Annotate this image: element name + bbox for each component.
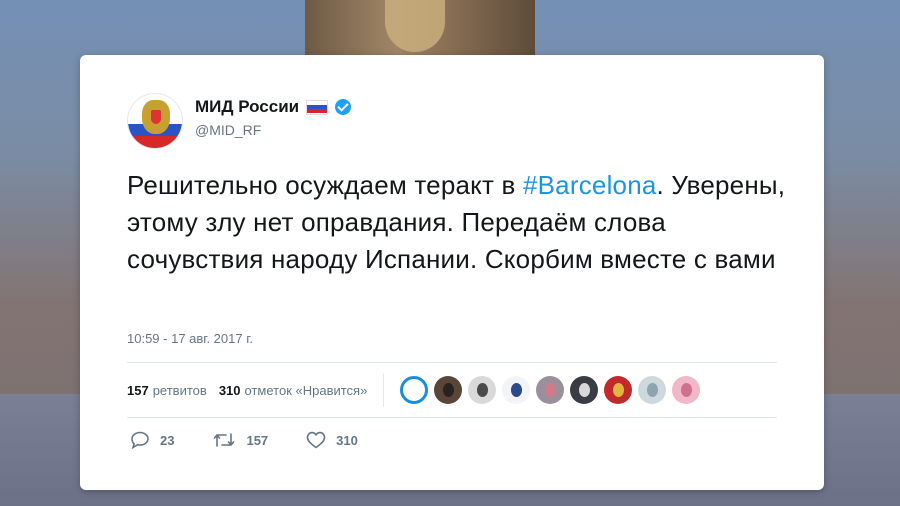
retweets-label: ретвитов (152, 382, 207, 398)
liker-avatar-9[interactable] (672, 376, 701, 404)
verified-badge-icon (335, 99, 352, 115)
retweets-stat[interactable]: 157 ретвитов (127, 383, 207, 398)
liker-avatar-3-detail (476, 383, 488, 397)
account-name-row[interactable]: МИД России (195, 96, 352, 118)
hashtag-link[interactable]: #Barcelona (523, 170, 657, 200)
account-handle[interactable]: @MID_RF (195, 122, 261, 138)
liker-avatar-7[interactable] (604, 376, 633, 404)
retweets-count: 157 (127, 382, 149, 398)
stats-separator (383, 373, 385, 407)
coat-of-arms-shield (151, 110, 161, 124)
tweet-text-before: Решительно осуждаем теракт в (127, 170, 523, 200)
flag-stripe-red (307, 109, 328, 114)
likes-label: отметок «Нравится» (244, 382, 368, 398)
tweet-timestamp[interactable]: 10:59 - 17 авг. 2017 г. (127, 331, 253, 346)
liker-avatar-4-detail (510, 383, 522, 397)
liker-avatar-4[interactable] (502, 376, 531, 404)
liker-avatar-1[interactable] (400, 376, 429, 404)
tweet-card: МИД России @MID_RF Решительно осуждаем т… (80, 55, 824, 490)
liker-avatar-9-detail (680, 383, 692, 397)
russia-flag-icon (306, 99, 329, 115)
reply-count: 23 (160, 432, 175, 448)
like-count: 310 (336, 432, 358, 448)
like-button[interactable]: 310 (306, 431, 358, 449)
tweet-text: Решительно осуждаем теракт в #Barcelona.… (127, 167, 787, 278)
liker-avatar-6[interactable] (570, 376, 599, 404)
likes-stat[interactable]: 310 отметок «Нравится» (219, 383, 368, 398)
liker-avatars (400, 376, 701, 404)
retweet-count: 157 (246, 432, 269, 448)
divider-top (127, 362, 777, 363)
liker-avatar-8-detail (646, 383, 658, 397)
liker-avatar-3[interactable] (468, 376, 497, 404)
account-name[interactable]: МИД России (195, 97, 299, 117)
liker-avatar-2[interactable] (434, 376, 463, 404)
liker-avatar-8[interactable] (638, 376, 667, 404)
tweet-stats: 157 ретвитов 310 отметок «Нравится» (127, 373, 701, 407)
liker-avatar-2-detail (442, 383, 454, 397)
reply-icon (131, 431, 149, 449)
retweet-button[interactable]: 157 (212, 431, 268, 449)
avatar[interactable] (127, 93, 183, 149)
liker-avatar-6-detail (578, 383, 590, 397)
tweet-actions: 23 157 310 (130, 431, 396, 449)
reply-button[interactable]: 23 (130, 431, 174, 449)
liker-avatar-7-detail (612, 383, 624, 397)
avatar-flag-red (128, 135, 182, 148)
divider-bottom (127, 417, 777, 418)
heart-icon (306, 431, 326, 449)
liker-avatar-5-detail (544, 383, 556, 397)
retweet-icon (214, 433, 235, 447)
liker-avatar-5[interactable] (536, 376, 565, 404)
likes-count: 310 (218, 382, 241, 398)
